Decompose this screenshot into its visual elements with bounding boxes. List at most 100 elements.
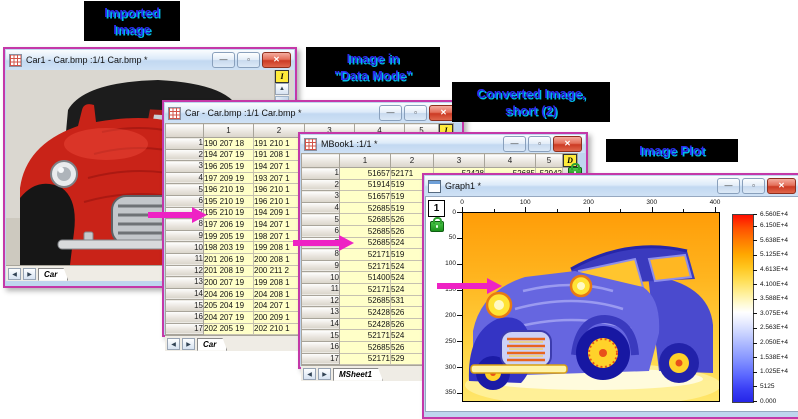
table-cell[interactable]: 201 206 19	[204, 253, 254, 265]
row-header[interactable]: 4	[302, 202, 340, 214]
restore-button[interactable]: ▫	[528, 136, 551, 152]
table-cell[interactable]: 196 205 19	[204, 161, 254, 173]
row-header[interactable]: 11	[302, 283, 340, 295]
table-cell[interactable]: 200 207 19	[204, 277, 254, 289]
restore-button[interactable]: ▫	[742, 178, 765, 194]
row-header[interactable]: 15	[166, 300, 204, 312]
titlebar-mbook1[interactable]: MBook1 :1/1 * — ▫ ✕	[301, 135, 585, 153]
row-header[interactable]: 12	[302, 295, 340, 307]
table-cell[interactable]: 190 207 18	[204, 138, 254, 150]
table-cell[interactable]: 52171	[340, 330, 391, 342]
row-header[interactable]: 5	[166, 184, 204, 196]
table-cell[interactable]: 197 206 19	[204, 219, 254, 231]
row-header[interactable]: 16	[302, 341, 340, 353]
row-header[interactable]: 9	[302, 260, 340, 272]
image-mode-badge[interactable]: I	[275, 70, 289, 83]
corner-cell[interactable]	[302, 154, 340, 168]
table-cell[interactable]: 195 210 19	[204, 207, 254, 219]
table-cell[interactable]: 204 208 1	[254, 288, 305, 300]
row-header[interactable]: 6	[166, 195, 204, 207]
tab-scroll-right-button[interactable]: ▶	[318, 368, 331, 380]
table-cell[interactable]: 200 209 1	[254, 311, 305, 323]
table-cell[interactable]: 200 211 2	[254, 265, 305, 277]
titlebar-car1[interactable]: Car1 - Car.bmp :1/1 Car.bmp * — ▫ ✕	[6, 50, 294, 70]
tab-scroll-right-button[interactable]: ▶	[23, 268, 36, 280]
table-cell[interactable]: 52171	[340, 353, 391, 365]
table-cell[interactable]: 52428	[340, 318, 391, 330]
layer1-button[interactable]: 1	[428, 200, 445, 217]
table-cell[interactable]: 52685	[340, 214, 391, 226]
close-button[interactable]: ✕	[767, 178, 796, 194]
minimize-button[interactable]: —	[212, 52, 235, 68]
table-cell[interactable]: 197 209 19	[204, 172, 254, 184]
column-header[interactable]: 1	[340, 154, 391, 168]
table-cell[interactable]: 200 208 1	[254, 253, 305, 265]
row-header[interactable]: 2	[302, 179, 340, 191]
tab-scroll-left-button[interactable]: ◀	[8, 268, 21, 280]
close-button[interactable]: ✕	[262, 52, 291, 68]
sheet-tab-car[interactable]: Car	[38, 268, 68, 281]
corner-cell[interactable]	[166, 124, 204, 138]
sheet-tab-car[interactable]: Car	[197, 338, 227, 351]
row-header[interactable]: 1	[166, 138, 204, 150]
table-cell[interactable]: 191 208 1	[254, 149, 305, 161]
row-header[interactable]: 3	[302, 191, 340, 203]
row-header[interactable]: 13	[302, 307, 340, 319]
table-cell[interactable]: 196 210 1	[254, 195, 305, 207]
row-header[interactable]: 14	[302, 318, 340, 330]
lock-icon[interactable]	[430, 221, 444, 232]
table-cell[interactable]: 52685	[340, 202, 391, 214]
table-cell[interactable]: 193 207 1	[254, 172, 305, 184]
row-header[interactable]: 16	[166, 311, 204, 323]
column-header[interactable]: 3	[434, 154, 485, 168]
row-header[interactable]: 13	[166, 277, 204, 289]
table-cell[interactable]: 52428	[340, 307, 391, 319]
column-header[interactable]: 1	[204, 124, 254, 138]
table-cell[interactable]: 191 210 1	[254, 138, 305, 150]
table-cell[interactable]: 205 204 19	[204, 300, 254, 312]
table-cell[interactable]: 202 205 19	[204, 323, 254, 335]
column-header[interactable]: 2	[391, 154, 434, 168]
table-cell[interactable]: 52685	[340, 295, 391, 307]
table-cell[interactable]: 51914	[340, 179, 391, 191]
minimize-button[interactable]: —	[379, 105, 402, 121]
column-header[interactable]: 2	[254, 124, 305, 138]
table-cell[interactable]: 204 207 1	[254, 300, 305, 312]
table-cell[interactable]: 194 209 1	[254, 207, 305, 219]
table-cell[interactable]: 199 205 19	[204, 230, 254, 242]
column-header[interactable]: 4	[485, 154, 536, 168]
row-header[interactable]: 15	[302, 330, 340, 342]
row-header[interactable]: 1	[302, 168, 340, 180]
table-cell[interactable]: 198 203 19	[204, 242, 254, 254]
titlebar-graph1[interactable]: Graph1 * — ▫ ✕	[425, 176, 798, 196]
table-cell[interactable]: 52685	[340, 341, 391, 353]
table-cell[interactable]: 52171	[340, 283, 391, 295]
table-cell[interactable]: 196 210 19	[204, 184, 254, 196]
restore-button[interactable]: ▫	[404, 105, 427, 121]
row-header[interactable]: 17	[302, 353, 340, 365]
table-cell[interactable]: 51400	[340, 272, 391, 284]
row-header[interactable]: 9	[166, 230, 204, 242]
table-cell[interactable]: 199 208 1	[254, 277, 305, 289]
table-cell[interactable]: 194 207 1	[254, 219, 305, 231]
close-button[interactable]: ✕	[553, 136, 582, 152]
table-cell[interactable]: 51657	[340, 168, 391, 180]
scroll-up-button[interactable]: ▲	[275, 83, 289, 95]
table-cell[interactable]: 202 210 1	[254, 323, 305, 335]
tab-scroll-left-button[interactable]: ◀	[303, 368, 316, 380]
minimize-button[interactable]: —	[717, 178, 740, 194]
row-header[interactable]: 5	[302, 214, 340, 226]
table-cell[interactable]: 51657	[340, 191, 391, 203]
row-header[interactable]: 14	[166, 288, 204, 300]
row-header[interactable]: 10	[166, 242, 204, 254]
row-header[interactable]: 10	[302, 272, 340, 284]
row-header[interactable]: 17	[166, 323, 204, 335]
row-header[interactable]: 11	[166, 253, 204, 265]
table-cell[interactable]: 201 208 19	[204, 265, 254, 277]
table-cell[interactable]: 195 210 19	[204, 195, 254, 207]
row-header[interactable]: 12	[166, 265, 204, 277]
row-header[interactable]: 4	[166, 172, 204, 184]
image-plot-area[interactable]	[462, 212, 720, 402]
minimize-button[interactable]: —	[503, 136, 526, 152]
tab-scroll-right-button[interactable]: ▶	[182, 338, 195, 350]
